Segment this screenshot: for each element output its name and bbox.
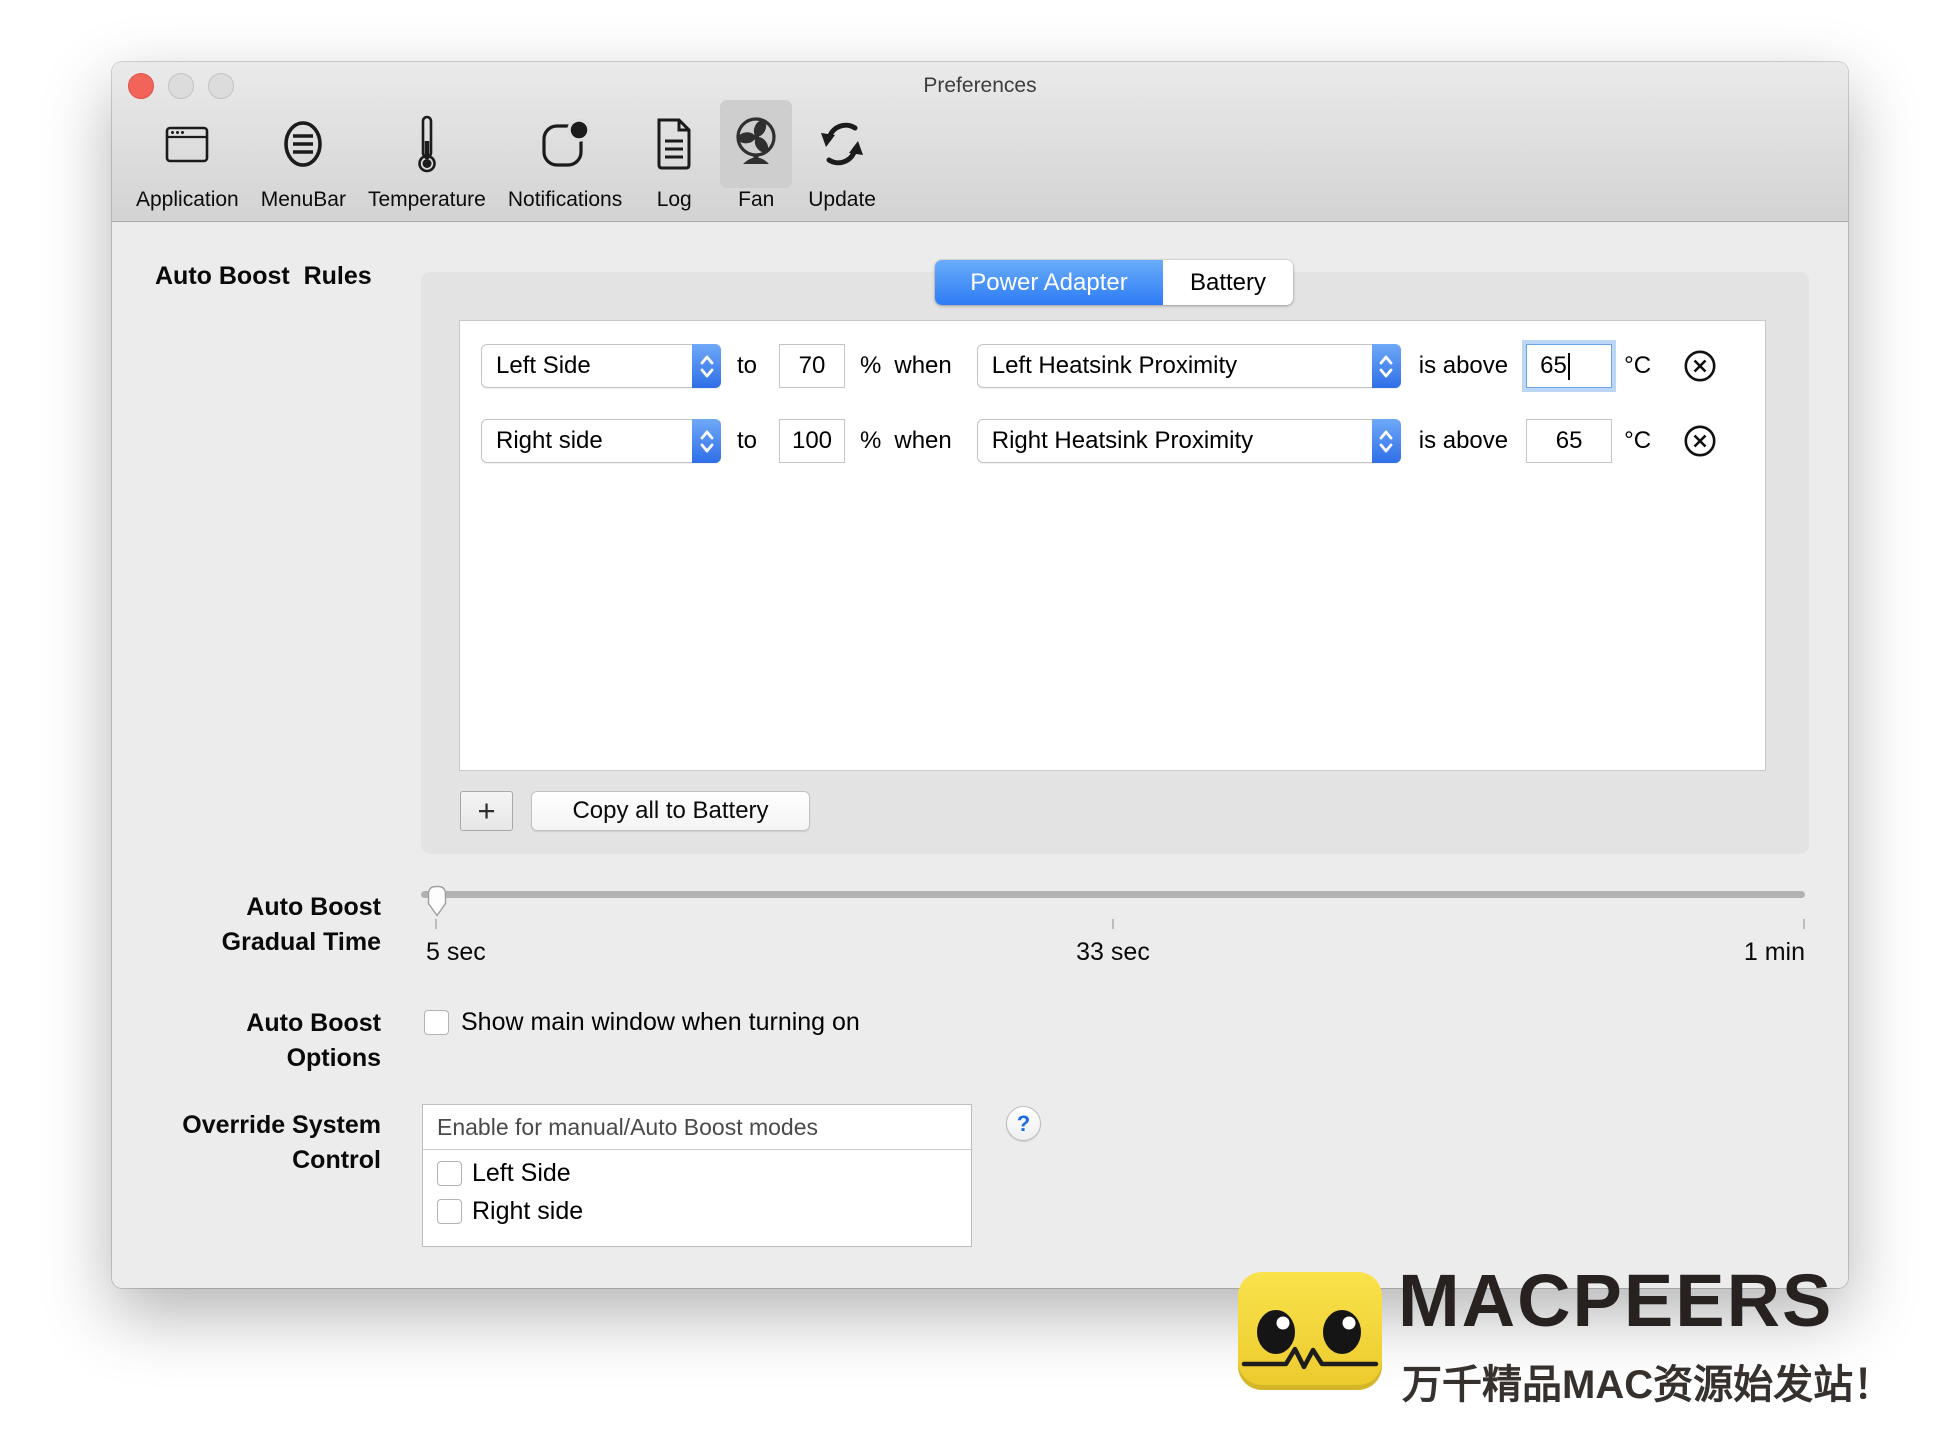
tab-power-adapter[interactable]: Power Adapter bbox=[935, 260, 1163, 305]
temperature-value: 65 bbox=[1556, 427, 1583, 455]
slider-tick bbox=[1112, 919, 1114, 929]
gradual-time-label: Auto Boost Gradual Time bbox=[112, 890, 381, 960]
override-right-label: Right side bbox=[472, 1197, 583, 1226]
rule-row: Left Side to 70 % when Left Heatsink Pro… bbox=[481, 341, 1765, 391]
slider-tick bbox=[1803, 919, 1805, 929]
application-icon bbox=[151, 100, 223, 188]
delete-rule-button[interactable] bbox=[1683, 424, 1717, 458]
temperature-icon bbox=[391, 100, 463, 188]
toolbar-label: Notifications bbox=[502, 188, 628, 218]
override-box: Enable for manual/Auto Boost modes Left … bbox=[422, 1104, 972, 1247]
toolbar-label: Application bbox=[130, 188, 245, 218]
toolbar-item-application[interactable]: Application bbox=[130, 100, 245, 218]
toolbar-label: Update bbox=[802, 188, 882, 218]
help-button[interactable]: ? bbox=[1006, 1106, 1041, 1141]
toolbar-label: MenuBar bbox=[255, 188, 352, 218]
toolbar-item-menubar[interactable]: MenuBar bbox=[255, 100, 352, 218]
chevron-updown-icon bbox=[1372, 419, 1401, 463]
when-label: when bbox=[894, 352, 951, 380]
chevron-updown-icon bbox=[692, 344, 721, 388]
temperature-input[interactable]: 65 bbox=[1526, 419, 1612, 463]
preferences-window: Preferences Application bbox=[112, 62, 1848, 1288]
toolbar-label: Fan bbox=[732, 188, 780, 218]
toolbar-label: Temperature bbox=[362, 188, 492, 218]
to-label: to bbox=[737, 427, 757, 455]
slider-mid-label: 33 sec bbox=[1043, 938, 1183, 967]
menubar-icon bbox=[267, 100, 339, 188]
fan-percent-value: 70 bbox=[799, 352, 826, 380]
sensor-select-value: Right Heatsink Proximity bbox=[978, 427, 1372, 455]
rule-row: Right side to 100 % when Right Heatsink … bbox=[481, 416, 1765, 466]
temperature-input[interactable]: 65 bbox=[1526, 344, 1612, 388]
macpeers-watermark-subtitle: 万千精品MAC资源始发站！ bbox=[1402, 1352, 1893, 1410]
percent-label: % bbox=[860, 427, 881, 455]
gradual-time-slider-track[interactable] bbox=[421, 891, 1805, 898]
toolbar-item-log[interactable]: Log bbox=[638, 100, 710, 218]
fan-select[interactable]: Left Side bbox=[481, 344, 721, 388]
window-chrome: Preferences Application bbox=[112, 62, 1848, 222]
fan-select-value: Left Side bbox=[482, 352, 692, 380]
slider-tick bbox=[435, 919, 437, 929]
override-left-label: Left Side bbox=[472, 1159, 571, 1188]
fan-select-value: Right side bbox=[482, 427, 692, 455]
copy-all-to-battery-button[interactable]: Copy all to Battery bbox=[531, 791, 810, 831]
override-item-left: Left Side bbox=[437, 1159, 971, 1188]
override-box-header: Enable for manual/Auto Boost modes bbox=[423, 1105, 971, 1150]
text-caret bbox=[1568, 353, 1570, 380]
chevron-updown-icon bbox=[692, 419, 721, 463]
sensor-select-value: Left Heatsink Proximity bbox=[978, 352, 1372, 380]
show-main-window-checkbox[interactable] bbox=[424, 1010, 449, 1035]
log-icon bbox=[638, 100, 710, 188]
when-label: when bbox=[894, 427, 951, 455]
macpeers-logo-icon bbox=[1238, 1272, 1382, 1390]
temperature-value: 65 bbox=[1540, 352, 1567, 380]
options-label: Auto Boost Options bbox=[112, 1006, 381, 1076]
notifications-icon bbox=[529, 100, 601, 188]
toolbar-item-temperature[interactable]: Temperature bbox=[362, 100, 492, 218]
window-title: Preferences bbox=[112, 74, 1848, 98]
circled-x-icon bbox=[1683, 349, 1717, 383]
toolbar-label: Log bbox=[651, 188, 698, 218]
celsius-label: °C bbox=[1624, 427, 1651, 455]
to-label: to bbox=[737, 352, 757, 380]
fan-percent-input[interactable]: 100 bbox=[779, 419, 845, 463]
celsius-label: °C bbox=[1624, 352, 1651, 380]
toolbar-item-fan[interactable]: Fan bbox=[720, 100, 792, 218]
override-item-right: Right side bbox=[437, 1197, 971, 1226]
macpeers-watermark-title: MACPEERS bbox=[1398, 1258, 1938, 1343]
rules-list: Left Side to 70 % when Left Heatsink Pro… bbox=[459, 320, 1766, 771]
percent-label: % bbox=[860, 352, 881, 380]
delete-rule-button[interactable] bbox=[1683, 349, 1717, 383]
is-above-label: is above bbox=[1419, 427, 1508, 455]
toolbar-item-update[interactable]: Update bbox=[802, 100, 882, 218]
chevron-updown-icon bbox=[1372, 344, 1401, 388]
override-label: Override System Control bbox=[112, 1108, 381, 1178]
override-left-checkbox[interactable] bbox=[437, 1161, 462, 1186]
auto-boost-rules-label: Auto Boost Rules bbox=[155, 262, 372, 291]
power-source-tabs: Power Adapter Battery bbox=[935, 260, 1293, 305]
add-rule-button[interactable]: + bbox=[460, 791, 513, 831]
fan-select[interactable]: Right side bbox=[481, 419, 721, 463]
update-icon bbox=[806, 100, 878, 188]
show-main-window-option: Show main window when turning on bbox=[424, 1008, 860, 1037]
gradual-time-slider-thumb[interactable] bbox=[425, 884, 449, 922]
slider-min-label: 5 sec bbox=[426, 938, 486, 967]
sensor-select[interactable]: Right Heatsink Proximity bbox=[977, 419, 1401, 463]
show-main-window-label: Show main window when turning on bbox=[461, 1008, 860, 1037]
fan-percent-input[interactable]: 70 bbox=[779, 344, 845, 388]
toolbar-item-notifications[interactable]: Notifications bbox=[502, 100, 628, 218]
toolbar: Application MenuBar bbox=[130, 100, 892, 218]
override-right-checkbox[interactable] bbox=[437, 1199, 462, 1224]
fan-icon bbox=[720, 100, 792, 188]
tab-battery[interactable]: Battery bbox=[1163, 260, 1293, 305]
is-above-label: is above bbox=[1419, 352, 1508, 380]
slider-max-label: 1 min bbox=[1710, 938, 1805, 967]
circled-x-icon bbox=[1683, 424, 1717, 458]
fan-percent-value: 100 bbox=[792, 427, 832, 455]
sensor-select[interactable]: Left Heatsink Proximity bbox=[977, 344, 1401, 388]
